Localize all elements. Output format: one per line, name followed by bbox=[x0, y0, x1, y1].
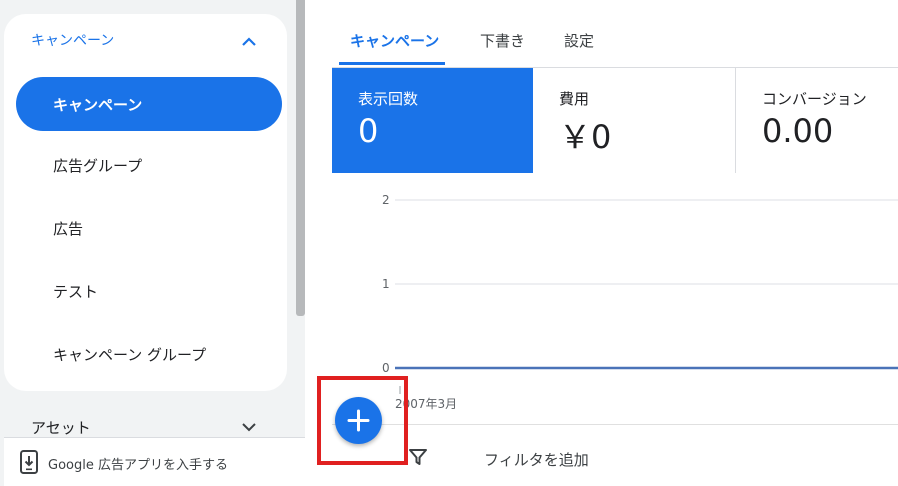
add-filter-button[interactable]: フィルタを追加 bbox=[484, 449, 589, 470]
metric-label: 費用 bbox=[559, 90, 590, 108]
y-tick-label: 1 bbox=[382, 277, 390, 291]
tab-drafts[interactable]: 下書き bbox=[480, 30, 525, 51]
sidebar-item-label: キャンペーン bbox=[53, 96, 143, 114]
filter-icon[interactable] bbox=[408, 447, 428, 467]
y-tick-label: 2 bbox=[382, 193, 390, 207]
metric-card-conversions[interactable]: コンバージョン 0.00 bbox=[736, 68, 898, 173]
metric-label: 表示回数 bbox=[358, 90, 419, 108]
tab-settings[interactable]: 設定 bbox=[564, 30, 594, 51]
active-tab-indicator bbox=[339, 62, 445, 65]
tab-campaigns[interactable]: キャンペーン bbox=[350, 30, 439, 51]
metric-card-impressions[interactable]: 表示回数 0 bbox=[332, 68, 533, 173]
sidebar-item-campaign[interactable]: キャンペーン bbox=[16, 77, 282, 131]
metric-value: 0 bbox=[358, 112, 379, 150]
highlight-annotation bbox=[317, 376, 408, 465]
tab-bar: キャンペーン 下書き 設定 bbox=[305, 0, 898, 66]
chevron-down-icon[interactable] bbox=[240, 418, 258, 436]
sidebar-item-label: テスト bbox=[53, 283, 99, 301]
asset-label: アセット bbox=[31, 419, 91, 437]
metric-value: 0.00 bbox=[762, 112, 834, 150]
get-app-banner[interactable]: Google 広告アプリを入手する bbox=[4, 437, 305, 486]
asset-section-header[interactable]: アセット bbox=[0, 408, 295, 438]
phone-download-icon bbox=[20, 450, 38, 474]
sidebar-item-campaign-groups[interactable]: キャンペーン グループ bbox=[16, 327, 282, 381]
sidebar-item-label: キャンペーン グループ bbox=[53, 346, 207, 364]
sidebar-scrollbar[interactable] bbox=[296, 0, 305, 316]
campaign-section-header[interactable]: キャンペーン bbox=[4, 28, 287, 60]
sidebar-item-experiments[interactable]: テスト bbox=[16, 264, 282, 318]
campaign-nav-card: キャンペーン キャンペーン 広告グループ 広告 テスト キャンペーン グループ bbox=[4, 14, 287, 391]
performance-chart: 2102007年3月 bbox=[382, 193, 898, 411]
sidebar-item-label: 広告グループ bbox=[53, 157, 143, 175]
metric-value: ￥0 bbox=[559, 118, 612, 156]
section-title: キャンペーン bbox=[31, 33, 115, 49]
sidebar-item-label: 広告 bbox=[53, 220, 84, 238]
sidebar-item-ads[interactable]: 広告 bbox=[16, 201, 282, 255]
metric-card-cost[interactable]: 費用 ￥0 bbox=[533, 68, 736, 173]
chevron-up-icon[interactable] bbox=[239, 32, 259, 52]
sidebar-item-ad-groups[interactable]: 広告グループ bbox=[16, 138, 282, 192]
metric-cards: 表示回数 0 費用 ￥0 コンバージョン 0.00 bbox=[332, 67, 898, 173]
get-app-label: Google 広告アプリを入手する bbox=[48, 458, 228, 473]
y-tick-label: 0 bbox=[382, 361, 390, 375]
metric-label: コンバージョン bbox=[762, 90, 867, 108]
filter-bar: フィルタを追加 bbox=[332, 424, 898, 486]
